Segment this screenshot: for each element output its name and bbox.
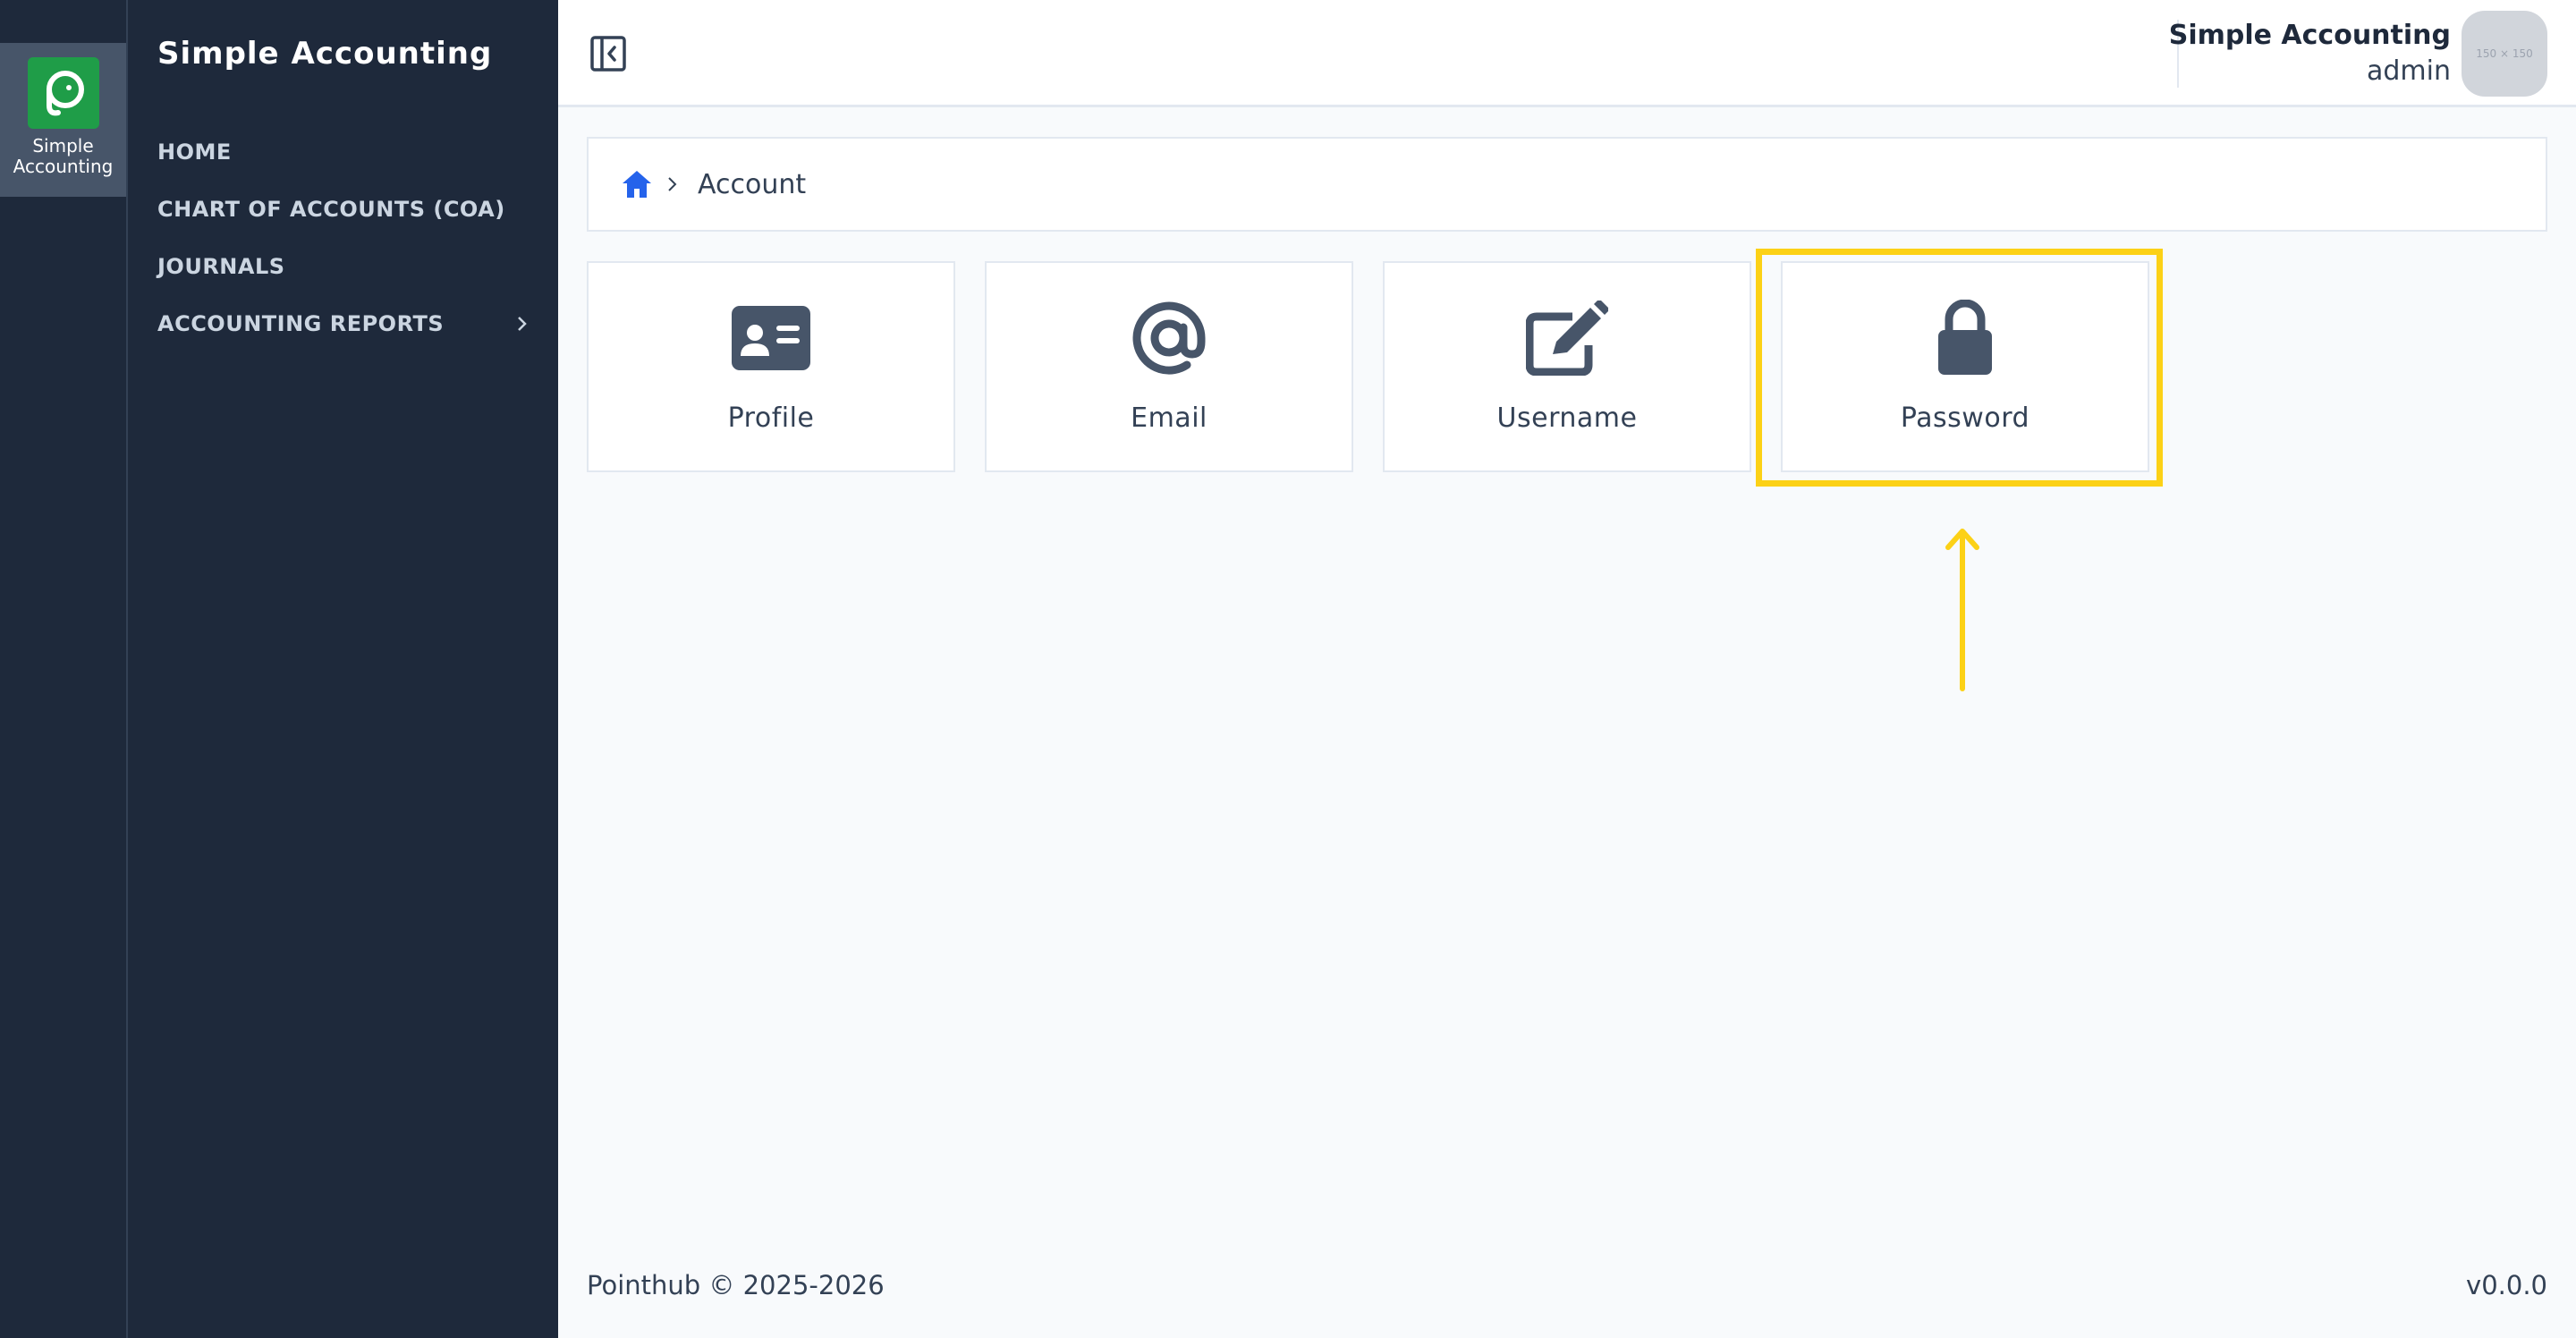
id-card-icon bbox=[726, 299, 816, 377]
card-label: Email bbox=[1131, 402, 1208, 434]
topbar: Simple Accounting admin 150 × 150 bbox=[558, 0, 2576, 107]
profile-card[interactable]: Profile bbox=[587, 261, 955, 472]
sidebar-item-home[interactable]: HOME bbox=[157, 123, 533, 181]
main-area: Simple Accounting admin 150 × 150 Accoun… bbox=[558, 0, 2576, 1338]
app-switcher-item[interactable]: Simple Accounting bbox=[0, 43, 126, 197]
card-label: Username bbox=[1496, 402, 1638, 434]
sidebar-collapse-icon bbox=[590, 36, 626, 72]
chevron-right-icon bbox=[667, 175, 683, 193]
sidebar-collapse-button[interactable] bbox=[589, 34, 628, 73]
app-label: Simple Accounting bbox=[13, 135, 114, 177]
org-name: Simple Accounting bbox=[2168, 20, 2451, 51]
breadcrumb-current: Account bbox=[698, 168, 807, 200]
sidebar-brand: Simple Accounting bbox=[157, 36, 493, 72]
sidebar-menu: HOME CHART OF ACCOUNTS (COA) JOURNALS AC… bbox=[157, 123, 533, 352]
avatar[interactable]: 150 × 150 bbox=[2462, 11, 2547, 97]
sidebar-item-journals[interactable]: JOURNALS bbox=[157, 238, 533, 295]
user-info[interactable]: Simple Accounting admin bbox=[2169, 18, 2451, 89]
app-version: v0.0.0 bbox=[2466, 1270, 2547, 1300]
lock-icon bbox=[1920, 299, 2010, 377]
sidebar-item-label: JOURNALS bbox=[157, 254, 285, 279]
avatar-placeholder-text: 150 × 150 bbox=[2476, 47, 2533, 60]
sidebar-item-label: HOME bbox=[157, 140, 232, 165]
sidebar-item-label: ACCOUNTING REPORTS bbox=[157, 311, 445, 336]
sidebar-item-label: CHART OF ACCOUNTS (COA) bbox=[157, 197, 505, 222]
footer-copyright: Pointhub © 2025-2026 bbox=[587, 1270, 885, 1300]
arrow-up-icon bbox=[1945, 529, 1979, 691]
password-card[interactable]: Password bbox=[1781, 261, 2149, 472]
app-rail: Simple Accounting bbox=[0, 0, 128, 1338]
home-icon[interactable] bbox=[621, 169, 653, 199]
app-logo-icon bbox=[27, 57, 99, 129]
card-label: Profile bbox=[727, 402, 815, 434]
sidebar: Simple Accounting HOME CHART OF ACCOUNTS… bbox=[128, 0, 558, 1338]
email-card[interactable]: Email bbox=[985, 261, 1353, 472]
username-card[interactable]: Username bbox=[1383, 261, 1751, 472]
footer: Pointhub © 2025-2026 v0.0.0 bbox=[587, 1270, 2547, 1300]
edit-icon bbox=[1522, 299, 1612, 377]
sidebar-item-chart-of-accounts[interactable]: CHART OF ACCOUNTS (COA) bbox=[157, 181, 533, 238]
card-label: Password bbox=[1900, 402, 2030, 434]
breadcrumb: Account bbox=[587, 137, 2547, 232]
user-role: admin bbox=[2367, 55, 2451, 87]
sidebar-item-accounting-reports[interactable]: ACCOUNTING REPORTS bbox=[157, 295, 533, 352]
chevron-right-icon bbox=[512, 313, 533, 334]
at-sign-icon bbox=[1124, 299, 1214, 377]
